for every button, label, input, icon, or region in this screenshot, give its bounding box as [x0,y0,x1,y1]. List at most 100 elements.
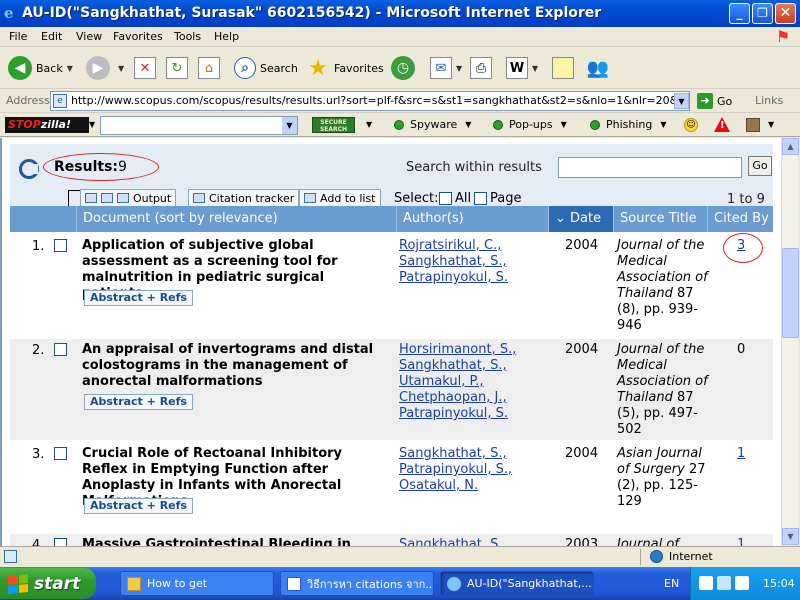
address-bar: Address http://www.scopus.com/scopus/res… [0,90,800,113]
spyware-button[interactable]: Spyware ▼ [394,118,471,131]
abstract-refs-button[interactable]: Abstract + Refs [84,498,193,514]
forward-button[interactable]: ▶ ▼ [86,54,124,82]
add-to-list-button[interactable]: Add to list [299,189,381,207]
author-link[interactable]: Rojratsirikul, C., [399,238,549,254]
print-icon [101,193,113,203]
add-to-list-label: Add to list [320,191,376,205]
phishing-button[interactable]: Phishing ▼ [590,118,667,131]
row-checkbox[interactable] [54,538,67,546]
author-link[interactable]: Chetphaopan, J., [399,390,549,406]
taskbar-item-folder[interactable]: How to get [120,571,274,596]
edit-button[interactable]: W ▼ [506,54,538,82]
search-within-input[interactable] [558,157,742,178]
row-number: 3. [32,447,45,462]
status-dot-icon [590,119,600,130]
vertical-scrollbar[interactable]: ▲ ▼ [781,138,799,546]
row-number: 2. [32,343,45,358]
sort-authors-header[interactable]: Author(s) [396,206,548,232]
tray-security-icon[interactable] [735,576,749,590]
abstract-refs-button[interactable]: Abstract + Refs [84,394,193,410]
menu-bar: File Edit View Favorites Tools Help ⚑ [0,27,800,47]
sort-date-header[interactable]: ⌄ Date [548,206,613,232]
author-link[interactable]: Horsirimanont, S., [399,342,549,358]
go-label: Go [717,94,733,108]
tray-network-icon[interactable] [699,576,713,590]
chevron-down-icon[interactable]: ▼ [282,117,297,134]
author-link[interactable]: Sangkhathat, S., [399,446,549,462]
security-zone-label: Internet [669,550,713,563]
chevron-down-icon[interactable]: ▼ [768,120,774,129]
sort-source-header[interactable]: Source Title [613,206,707,232]
smiley-icon[interactable]: ☺ [684,118,698,132]
language-indicator[interactable]: EN [664,577,679,590]
popups-button[interactable]: Pop-ups ▼ [493,118,567,131]
chevron-down-icon: ▼ [66,63,73,73]
menu-tools[interactable]: Tools [174,30,201,43]
links-button[interactable]: Links [755,94,783,107]
author-list: Horsirimanont, S., Sangkhathat, S., Utam… [399,342,549,422]
address-dropdown-button[interactable]: ▼ [674,93,689,109]
warning-icon[interactable]: ! [714,117,730,132]
chevron-down-icon[interactable]: ▼ [366,120,372,129]
discuss-button[interactable] [552,54,574,82]
menu-favorites[interactable]: Favorites [113,30,163,43]
abstract-refs-button[interactable]: Abstract + Refs [84,290,193,306]
citation-tracker-button[interactable]: Citation tracker [188,189,300,207]
output-button[interactable]: Output [80,189,177,207]
refresh-button[interactable]: ↻ [166,54,188,82]
author-link[interactable]: Patrapinyokul, S. [399,270,549,286]
close-button[interactable]: ✕ [775,3,796,24]
menu-help[interactable]: Help [214,30,239,43]
menu-file[interactable]: File [9,30,27,43]
stop-button[interactable]: ✕ [134,54,156,82]
select-all-checkbox[interactable] [439,192,452,205]
author-link[interactable]: Patrapinyokul, S., [399,462,549,478]
taskbar-item-word[interactable]: วิธีการหา citations จาก... [280,571,434,596]
author-link[interactable]: Sangkhathat, S., [399,358,549,374]
favorites-button[interactable]: ★ Favorites [306,54,384,82]
author-link[interactable]: Osatakul, N. [399,478,549,494]
taskbar-item-ie[interactable]: AU-ID("Sangkhathat,... [440,571,594,596]
start-button[interactable]: start [0,568,96,599]
row-checkbox[interactable] [54,239,67,252]
author-list: Rojratsirikul, C., Sangkhathat, S., Patr… [399,238,549,286]
select-page-checkbox[interactable] [474,192,487,205]
search-within-go-button[interactable]: Go [748,156,772,176]
sort-document-header[interactable]: Document (sort by relevance) [76,206,396,232]
row-checkbox[interactable] [54,447,67,460]
scroll-down-icon[interactable]: ▼ [782,528,799,545]
row-checkbox[interactable] [54,343,67,356]
cited-by-link[interactable]: 1 [737,446,745,461]
cited-by-link[interactable]: 1 [737,537,745,546]
author-link[interactable]: Utamakul, P., [399,374,549,390]
stopzilla-logo[interactable]: STOPzilla! [5,117,89,133]
restore-button[interactable]: ❐ [752,3,773,24]
search-button[interactable]: ⌕ Search [234,54,298,82]
row-number: 1. [32,239,45,254]
messenger-button[interactable]: 👥 [586,54,614,82]
stopzilla-search-input[interactable]: ▼ [100,116,298,135]
sort-cited-header[interactable]: Cited By [707,206,773,232]
address-input[interactable]: http://www.scopus.com/scopus/results/res… [50,91,690,111]
package-icon[interactable] [746,118,760,132]
secure-search-button[interactable]: SECURE SEARCH [312,117,355,133]
home-button[interactable]: ⌂ [198,54,220,82]
author-link[interactable]: Sangkhathat, S., [399,537,549,546]
scroll-up-icon[interactable]: ▲ [782,138,799,155]
scroll-thumb[interactable] [782,248,799,338]
print-button[interactable]: ⎙ [470,54,492,82]
menu-view[interactable]: View [76,30,102,43]
tray-messenger-icon[interactable] [717,576,731,590]
document-title[interactable]: Massive Gastrointestinal Bleeding in [82,537,388,546]
chevron-down-icon[interactable]: ▼ [89,120,95,129]
minimize-button[interactable]: _ [729,3,750,24]
author-link[interactable]: Patrapinyokul, S. [399,406,549,422]
mail-button[interactable]: ✉ ▼ [430,54,462,82]
menu-edit[interactable]: Edit [41,30,62,43]
back-button[interactable]: ◀ Back ▼ [8,54,73,82]
taskbar-item-label: How to get [147,577,208,590]
history-button[interactable]: ◷ [391,54,419,82]
go-button[interactable]: ➜ Go [697,93,732,109]
author-link[interactable]: Sangkhathat, S., [399,254,549,270]
document-title[interactable]: An appraisal of invertograms and distal … [82,342,388,390]
